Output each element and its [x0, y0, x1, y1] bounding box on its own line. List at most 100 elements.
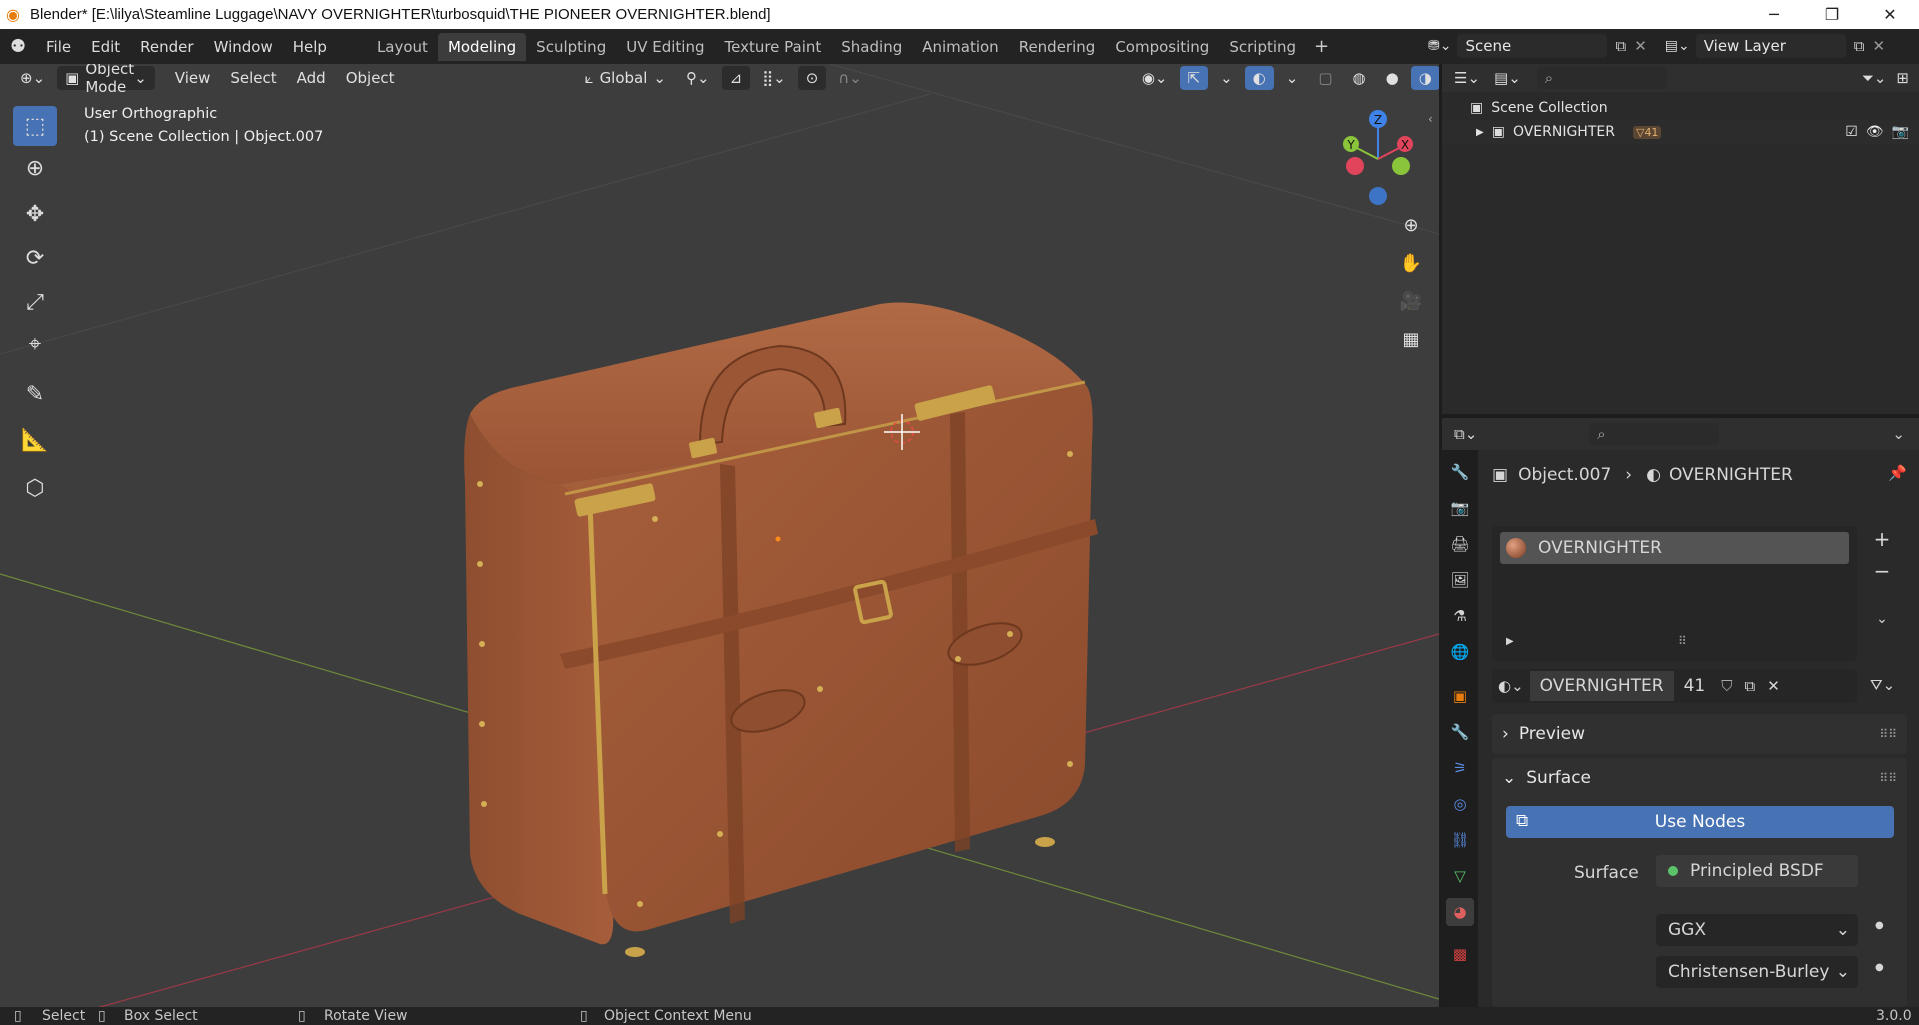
restore-button[interactable]: ❐ [1803, 0, 1861, 29]
3d-viewport[interactable]: ⊕⌄ ▣ Object Mode ⌄ View Select Add Objec… [0, 64, 1439, 1007]
menu-help[interactable]: Help [283, 38, 337, 56]
overlays-options-icon[interactable]: ⌄ [1278, 66, 1307, 90]
outliner-search-input[interactable]: ⌕ [1536, 67, 1667, 89]
world-tab-icon[interactable]: 🌐 [1446, 638, 1474, 666]
properties-editor-type-icon[interactable]: ⧉⌄ [1454, 425, 1477, 443]
visibility-icon[interactable]: ◉⌄ [1134, 66, 1176, 90]
pan-hand-icon[interactable]: ✋ [1396, 248, 1426, 278]
modifier-tab-icon[interactable]: 🔧 [1446, 718, 1474, 746]
resize-handle-icon[interactable]: ⠿ [1678, 634, 1687, 648]
remove-slot-button[interactable]: − [1866, 556, 1898, 586]
expand-arrow-icon[interactable]: ▶ [1506, 636, 1514, 647]
transform-tool-icon[interactable]: ⌖ [13, 324, 57, 364]
outliner-row-scene-collection[interactable]: ▣ Scene Collection [1442, 96, 1919, 120]
overlays-toggle-icon[interactable]: ◐ [1244, 66, 1274, 90]
menu-edit[interactable]: Edit [81, 38, 130, 56]
tab-sculpting[interactable]: Sculpting [526, 33, 616, 61]
tab-texture-paint[interactable]: Texture Paint [714, 33, 831, 61]
subsurface-method-dropdown[interactable]: Christensen-Burley ⌄ [1656, 956, 1858, 988]
select-box-tool-icon[interactable]: ⬚ [13, 106, 57, 146]
tab-compositing[interactable]: Compositing [1105, 33, 1219, 61]
outliner-editor-type-icon[interactable]: ☰⌄ [1454, 69, 1480, 87]
fake-user-shield-icon[interactable]: ⛉ [1721, 677, 1732, 695]
user-count-label[interactable]: 41 [1684, 676, 1706, 696]
use-nodes-button[interactable]: ⧉ Use Nodes [1506, 806, 1894, 838]
distribution-dropdown[interactable]: GGX ⌄ [1656, 914, 1858, 946]
move-tool-icon[interactable]: ✥ [13, 194, 57, 234]
drag-handle-icon[interactable]: ⠿⠿ [1879, 727, 1897, 741]
proportional-edit-icon[interactable]: ⊙ [797, 66, 827, 90]
zoom-icon[interactable]: ⊕ [1396, 210, 1426, 240]
material-name-field[interactable]: OVERNIGHTER [1529, 671, 1674, 701]
unlink-material-icon[interactable]: ✕ [1767, 677, 1780, 695]
minimize-button[interactable]: ─ [1745, 0, 1803, 29]
exclude-checkbox-icon[interactable]: ☑ [1845, 124, 1858, 140]
menu-render[interactable]: Render [130, 38, 203, 56]
material-browse-icon[interactable]: ◐⌄ [1498, 677, 1524, 695]
menu-add[interactable]: Add [289, 66, 334, 90]
drag-handle-icon[interactable]: ⠿⠿ [1879, 771, 1897, 785]
menu-window[interactable]: Window [204, 38, 283, 56]
object-tab-icon[interactable]: ▣ [1446, 682, 1474, 710]
remove-view-layer-icon[interactable]: ✕ [1872, 37, 1885, 55]
remove-scene-icon[interactable]: ✕ [1634, 37, 1647, 55]
gizmo-options-icon[interactable]: ⌄ [1212, 66, 1241, 90]
surface-shader-dropdown[interactable]: Principled BSDF [1656, 855, 1858, 887]
output-tab-icon[interactable]: 🖨 [1446, 530, 1474, 558]
wireframe-shading-icon[interactable]: ◍ [1345, 66, 1374, 90]
menu-file[interactable]: File [36, 38, 81, 56]
tab-layout[interactable]: Layout [367, 33, 438, 61]
particles-tab-icon[interactable]: ⚞ [1446, 754, 1474, 782]
annotate-tool-icon[interactable]: ✎ [13, 374, 57, 414]
pivot-point-icon[interactable]: ⚲⌄ [678, 66, 718, 90]
display-mode-icon[interactable]: ▤⌄ [1494, 69, 1521, 87]
pin-icon[interactable]: 📌 [1888, 464, 1907, 482]
tab-rendering[interactable]: Rendering [1009, 33, 1106, 61]
add-slot-button[interactable]: + [1866, 524, 1898, 554]
new-scene-icon[interactable]: ⧉ [1615, 37, 1626, 55]
slot-specials-chevron-icon[interactable]: ⌄ [1866, 604, 1898, 634]
editor-type-icon[interactable]: ⊕⌄ [12, 66, 53, 90]
surface-panel-header[interactable]: ⌄ Surface ⠿⠿ [1492, 758, 1907, 798]
rotate-tool-icon[interactable]: ⟳ [13, 238, 57, 278]
xray-toggle-icon[interactable]: ▢ [1310, 66, 1340, 90]
scene-selector-icon[interactable]: ⛃⌄ [1428, 38, 1451, 54]
scene-tab-icon[interactable]: ⚗ [1446, 602, 1474, 630]
snap-toggle-icon[interactable]: ⊿ [721, 66, 751, 90]
tool-tab-icon[interactable]: 🔧 [1446, 458, 1474, 486]
properties-search-input[interactable]: ⌕ [1589, 423, 1720, 445]
menu-view[interactable]: View [167, 66, 219, 90]
solid-shading-icon[interactable]: ● [1378, 66, 1407, 90]
blender-menu-icon[interactable]: ⚉ [10, 36, 36, 57]
cursor-tool-icon[interactable]: ⊕ [13, 148, 57, 188]
link-type-icon[interactable]: ⛛⌄ [1870, 676, 1895, 694]
new-view-layer-icon[interactable]: ⧉ [1854, 37, 1865, 55]
menu-select[interactable]: Select [222, 66, 284, 90]
close-button[interactable]: ✕ [1861, 0, 1919, 29]
tab-animation[interactable]: Animation [912, 33, 1008, 61]
render-tab-icon[interactable]: 📷 [1446, 494, 1474, 522]
tab-scripting[interactable]: Scripting [1219, 33, 1306, 61]
preview-panel[interactable]: › Preview ⠿⠿ [1492, 714, 1907, 754]
filter-icon[interactable]: ⏷⌄ [1862, 69, 1887, 87]
gizmo-toggle-icon[interactable]: ⇱ [1179, 66, 1209, 90]
camera-view-icon[interactable]: 🎥 [1396, 286, 1426, 316]
material-slot-item[interactable]: OVERNIGHTER [1500, 532, 1849, 564]
perspective-grid-icon[interactable]: ▦ [1396, 324, 1426, 354]
options-chevron-icon[interactable]: ⌄ [1892, 425, 1905, 443]
transform-orientation-dropdown[interactable]: ⟀ Global ⌄ [577, 66, 674, 90]
outliner-row-object[interactable]: ▶ ▣ OVERNIGHTER ▽41 ☑ 👁 📷 [1442, 120, 1919, 144]
tab-uv-editing[interactable]: UV Editing [616, 33, 714, 61]
material-tab-icon[interactable]: ◕ [1446, 898, 1474, 926]
view-layer-field[interactable]: View Layer [1695, 34, 1846, 58]
add-workspace-icon[interactable]: + [1306, 36, 1337, 57]
snap-target-icon[interactable]: ⣿⌄ [754, 66, 794, 90]
add-cube-tool-icon[interactable]: ⬡ [13, 468, 57, 508]
duplicate-material-icon[interactable]: ⧉ [1744, 677, 1755, 695]
menu-object[interactable]: Object [338, 66, 403, 90]
physics-tab-icon[interactable]: ◎ [1446, 790, 1474, 818]
new-collection-icon[interactable]: ⊞ [1896, 69, 1909, 87]
falloff-icon[interactable]: ∩⌄ [830, 66, 870, 90]
sidebar-toggle-icon[interactable]: ‹ [1428, 112, 1433, 126]
constraints-tab-icon[interactable]: ⛓ [1446, 826, 1474, 854]
